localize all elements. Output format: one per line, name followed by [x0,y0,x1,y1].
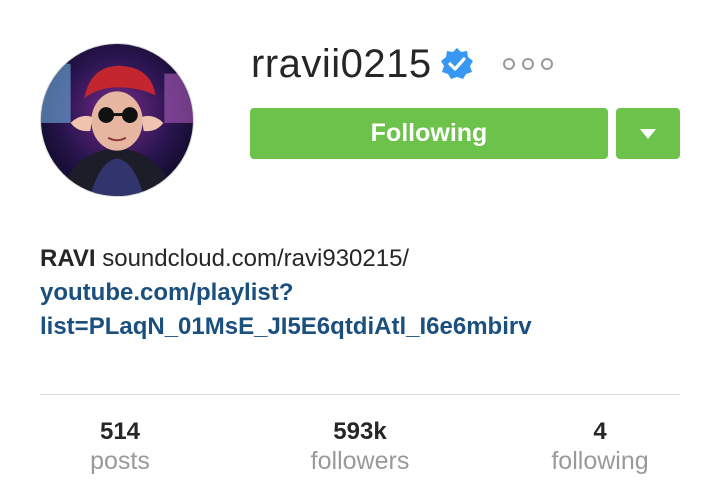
follow-options-dropdown-button[interactable] [616,108,680,159]
avatar-image [41,44,193,196]
profile-bio: RAVI soundcloud.com/ravi930215/ youtube.… [40,242,680,344]
bio-external-link[interactable]: youtube.com/playlist? list=PLaqN_01MsE_J… [40,276,680,344]
verified-badge-icon [441,48,473,79]
profile-username: rravii0215 [251,42,432,86]
following-label: following [551,447,649,475]
more-dot [522,58,534,70]
stat-posts: 514 posts [40,418,200,476]
more-dot [541,58,553,70]
followers-count: 593k [333,418,387,445]
profile-avatar[interactable] [40,43,194,197]
followers-label: followers [310,447,410,475]
caret-down-icon [640,128,656,139]
bio-link-line-2: list=PLaqN_01MsE_JI5E6qtdiAtl_I6e6mbirv [40,313,532,340]
posts-count: 514 [99,418,141,445]
stats-divider [40,394,680,395]
more-dot [503,58,515,70]
bio-text: soundcloud.com/ravi930215/ [102,245,410,272]
bio-link-line-1: youtube.com/playlist? [40,279,294,306]
following-button[interactable]: Following [250,108,608,159]
following-count: 4 [593,418,607,445]
posts-label: posts [90,447,150,475]
more-options-icon[interactable] [503,57,553,71]
stat-following[interactable]: 4 following [520,418,680,476]
stat-followers[interactable]: 593k followers [280,418,440,476]
bio-full-name: RAVI [40,245,96,272]
